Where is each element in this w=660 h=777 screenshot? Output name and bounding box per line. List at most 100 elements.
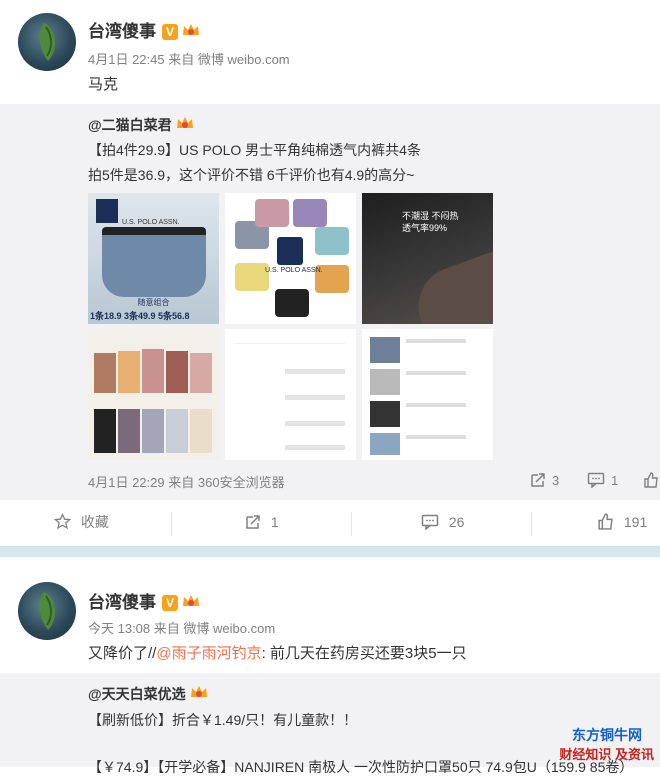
repost-time[interactable]: 4月1日 22:29 <box>88 475 165 490</box>
screenshot-line <box>285 445 345 450</box>
screenshot-thumb <box>370 337 400 363</box>
repost-meta: 4月1日 22:29 来自 360安全浏览器 <box>88 472 285 491</box>
watermark-subtitle: 财经知识 及资讯 <box>559 747 654 762</box>
verified-icon: V <box>162 24 178 40</box>
post-time[interactable]: 4月1日 22:45 <box>88 52 165 67</box>
repost-text-line-2: 拍5件是36.9，这个评价不错 6千评价也有4.9的高分~ <box>88 167 415 183</box>
weibo-post-1: 台湾傻事 V 4月1日 22:45 来自 微博 weibo.com 马克 @二猫白… <box>0 0 660 548</box>
user-name-text[interactable]: 台湾傻事 <box>88 593 156 612</box>
image-text-2: 透气率99% <box>402 223 448 233</box>
brand-logo <box>96 199 118 223</box>
boxer-item <box>142 349 164 393</box>
repost-text-line-1: 【刷新低价】折合￥1.49/只！有儿童款！！ <box>88 712 358 728</box>
screenshot-line <box>406 403 466 407</box>
comment-count: 1 <box>611 473 619 488</box>
via-label: 来自 <box>168 52 195 67</box>
screenshot-line <box>406 371 466 375</box>
repost-forward-count[interactable]: 3 <box>530 472 559 488</box>
screenshot-line <box>285 395 345 400</box>
repost-text-line-1: 【拍4件29.9】US POLO 男士平角纯棉透气内裤共4条 <box>88 142 421 158</box>
boxer-item <box>118 351 140 393</box>
like-button[interactable]: 191 <box>597 500 647 544</box>
product-image-5[interactable] <box>225 329 356 460</box>
post-source[interactable]: 微博 weibo.com <box>198 52 290 67</box>
screenshot-line <box>406 339 466 343</box>
image-sub-label: 随意组合 <box>137 298 170 307</box>
post-text: 马克 <box>88 76 119 93</box>
repost-box: @二猫白菜君 【拍4件29.9】US POLO 男士平角纯棉透气内裤共4条 拍5… <box>0 104 660 500</box>
screenshot-line <box>406 435 466 439</box>
boxer-shape <box>102 227 206 297</box>
boxer-item <box>190 353 212 393</box>
repost-user-name[interactable]: @二猫白菜君 <box>88 117 172 133</box>
repost-comment-count[interactable]: 1 <box>587 472 618 488</box>
forward-icon <box>246 515 260 529</box>
favorite-label: 收藏 <box>80 514 109 530</box>
boxer-item <box>166 351 188 393</box>
star-icon <box>54 513 71 530</box>
favorite-button[interactable]: 收藏 <box>54 500 109 544</box>
post-meta: 今天 13:08 来自 微博 weibo.com <box>88 618 275 637</box>
boxer-item <box>190 409 212 453</box>
post-text: 又降价了//@雨子雨河钓京: 前几天在药房买还要3块5一只 <box>88 642 467 663</box>
repost-user[interactable]: @天天白菜优选 <box>88 684 208 704</box>
forward-count: 3 <box>552 473 560 488</box>
brand-logo <box>277 237 303 265</box>
repost-source[interactable]: 360安全浏览器 <box>198 475 285 490</box>
boxer-item <box>166 409 188 453</box>
boxer-pink <box>255 199 289 227</box>
vip-crown-icon <box>183 595 199 606</box>
fabric-shape <box>407 248 493 324</box>
product-image-4[interactable] <box>88 329 219 460</box>
boxer-yellow <box>235 263 269 291</box>
repost-text-line-2: 【￥74.9】【开学必备】NANJIREN 南极人 一次性防护口罩50只 74.… <box>88 759 634 775</box>
boxer-purple <box>293 199 327 227</box>
forward-icon <box>531 473 545 487</box>
post-separator <box>0 546 660 557</box>
like-icon <box>644 472 658 488</box>
repost-button[interactable]: 1 <box>245 500 279 544</box>
vip-crown-icon <box>183 24 199 35</box>
post-time[interactable]: 今天 13:08 <box>88 621 150 636</box>
screenshot-thumb <box>370 433 400 455</box>
screenshot-line <box>235 343 345 344</box>
boxer-item <box>94 409 116 453</box>
divider <box>351 512 352 536</box>
repost-like[interactable] <box>643 472 659 488</box>
via-label: 来自 <box>153 621 180 636</box>
boxer-item <box>142 409 164 453</box>
verified-icon: V <box>162 595 178 611</box>
screenshot-line <box>285 369 345 374</box>
image-brand-label: U.S. POLO ASSN. <box>122 219 180 226</box>
like-count: 191 <box>623 514 648 530</box>
watermark-title: 东方铜牛网 <box>572 727 642 743</box>
avatar[interactable] <box>18 13 76 71</box>
post-text-suffix: : 前几天在药房买还要3块5一只 <box>261 645 467 662</box>
post-text-prefix: 又降价了// <box>88 645 157 662</box>
avatar[interactable] <box>18 582 76 640</box>
product-image-3[interactable]: 不潮湿 不闷热 透气率99% <box>362 193 493 324</box>
screenshot-thumb <box>370 369 400 395</box>
via-label: 来自 <box>168 475 195 490</box>
repost-user[interactable]: @二猫白菜君 <box>88 115 194 135</box>
user-name-text[interactable]: 台湾傻事 <box>88 22 156 41</box>
mention-link[interactable]: @雨子雨河钓京 <box>156 645 261 662</box>
user-name[interactable]: 台湾傻事 V <box>88 588 200 613</box>
comment-count: 26 <box>448 514 465 530</box>
post-source[interactable]: 微博 weibo.com <box>183 621 275 636</box>
boxer-item <box>94 353 116 393</box>
repost-user-name[interactable]: @天天白菜优选 <box>88 686 186 702</box>
boxer-item <box>118 409 140 453</box>
post-meta: 4月1日 22:45 来自 微博 weibo.com <box>88 49 290 68</box>
boxer-teal <box>315 227 349 255</box>
vip-crown-icon <box>176 117 193 128</box>
like-icon <box>598 513 613 530</box>
user-name[interactable]: 台湾傻事 V <box>88 17 200 42</box>
product-image-6[interactable] <box>362 329 493 460</box>
repost-count: 1 <box>270 514 279 530</box>
comment-button[interactable]: 26 <box>421 500 464 544</box>
screenshot-thumb <box>370 401 400 427</box>
product-image-2[interactable]: U.S. POLO ASSN. <box>225 193 356 324</box>
comment-icon <box>421 514 439 530</box>
product-image-1[interactable]: U.S. POLO ASSN. 随意组合 1条18.9 3条49.9 5条56.… <box>88 193 219 324</box>
